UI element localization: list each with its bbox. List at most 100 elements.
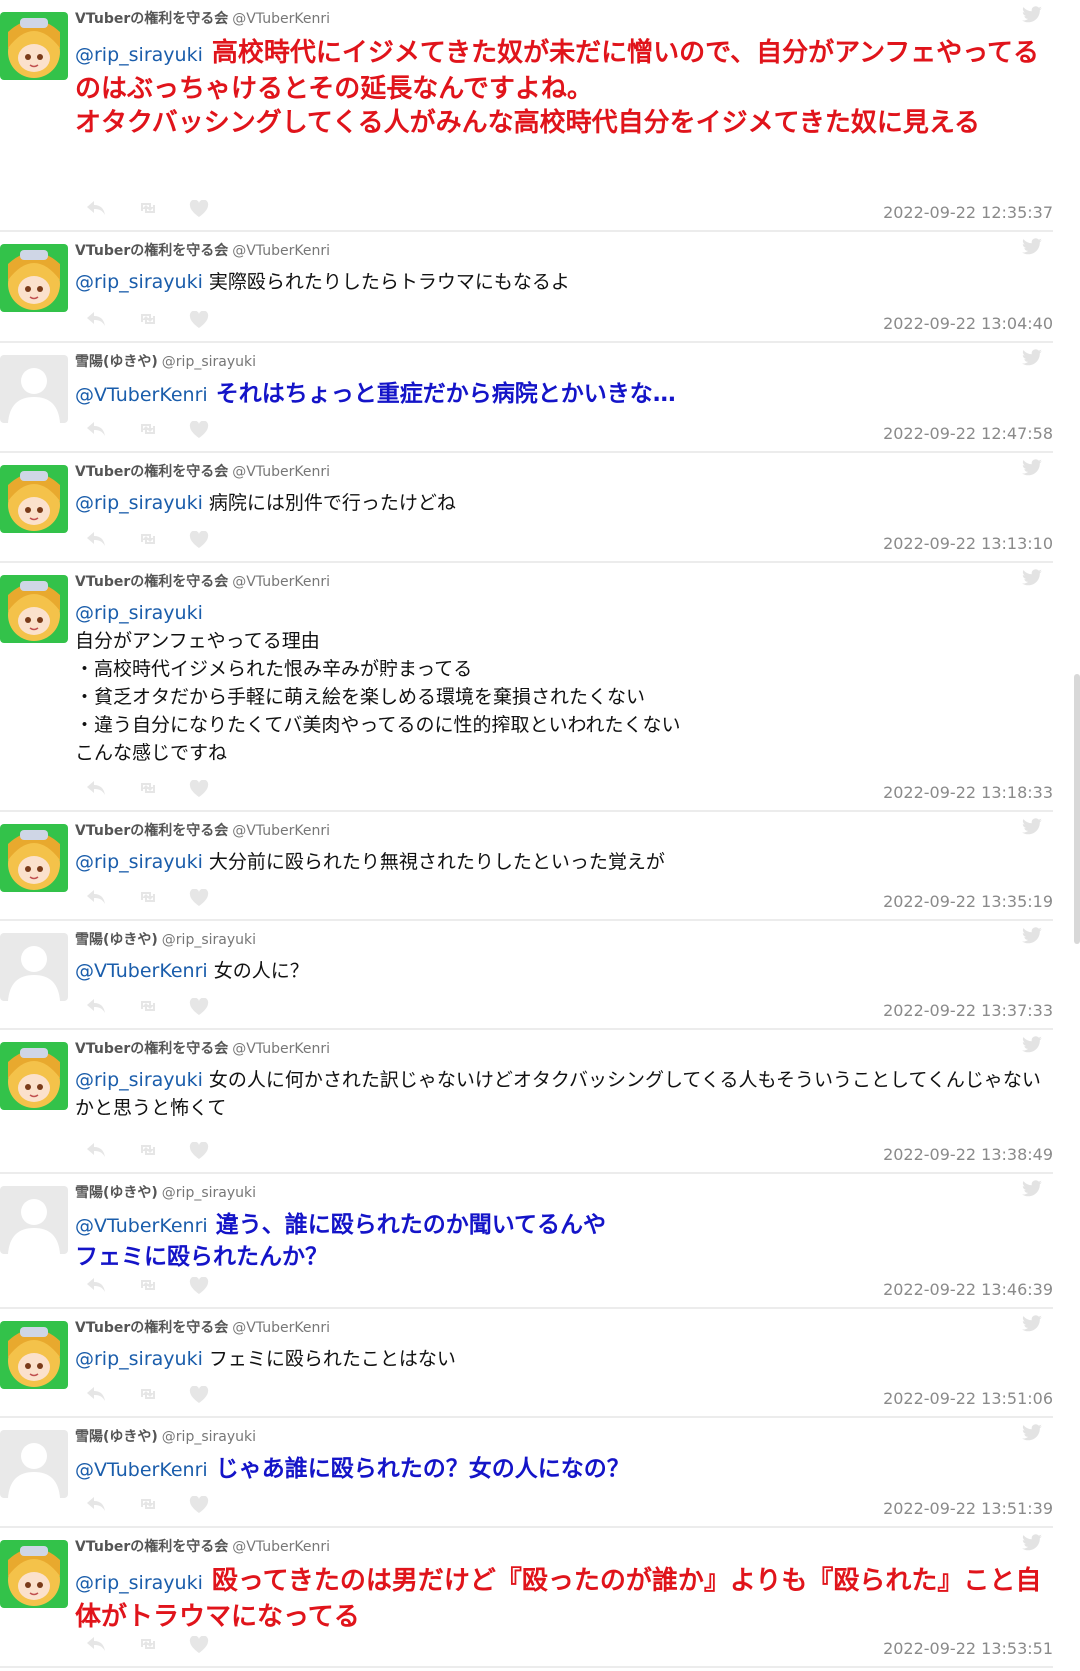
avatar[interactable] bbox=[0, 933, 68, 1001]
reply-icon[interactable] bbox=[85, 200, 107, 222]
user-handle[interactable]: @VTuberKenri bbox=[232, 243, 330, 259]
like-icon[interactable] bbox=[189, 530, 209, 553]
retweet-icon[interactable] bbox=[137, 1142, 159, 1164]
mention-link[interactable]: @rip_sirayuki bbox=[75, 271, 203, 293]
reply-icon[interactable] bbox=[85, 1142, 107, 1164]
user-handle[interactable]: @VTuberKenri bbox=[232, 1041, 330, 1057]
retweet-icon[interactable] bbox=[137, 200, 159, 222]
retweet-icon[interactable] bbox=[137, 998, 159, 1020]
display-name[interactable]: 雪陽(ゆきや) bbox=[75, 354, 158, 370]
twitter-bird-icon[interactable] bbox=[1021, 238, 1043, 260]
timestamp[interactable]: 2022-09-22 13:51:39 bbox=[883, 1499, 1053, 1518]
display-name[interactable]: VTuberの権利を守る会 bbox=[75, 823, 228, 839]
user-handle[interactable]: @VTuberKenri bbox=[232, 1320, 330, 1336]
avatar[interactable] bbox=[0, 1186, 68, 1254]
timestamp[interactable]: 2022-09-22 13:18:33 bbox=[883, 783, 1053, 802]
user-handle[interactable]: @rip_sirayuki bbox=[162, 1429, 256, 1445]
twitter-bird-icon[interactable] bbox=[1021, 1534, 1043, 1556]
timestamp[interactable]: 2022-09-22 13:37:33 bbox=[883, 1001, 1053, 1020]
mention-link[interactable]: @rip_sirayuki bbox=[75, 851, 203, 873]
twitter-bird-icon[interactable] bbox=[1021, 1424, 1043, 1446]
avatar[interactable] bbox=[0, 244, 68, 312]
timestamp[interactable]: 2022-09-22 13:51:06 bbox=[883, 1389, 1053, 1408]
like-icon[interactable] bbox=[189, 1276, 209, 1299]
user-handle[interactable]: @VTuberKenri bbox=[232, 1539, 330, 1555]
avatar[interactable] bbox=[0, 824, 68, 892]
mention-link[interactable]: @VTuberKenri bbox=[75, 1459, 208, 1481]
reply-icon[interactable] bbox=[85, 531, 107, 553]
display-name[interactable]: 雪陽(ゆきや) bbox=[75, 932, 158, 948]
reply-icon[interactable] bbox=[85, 780, 107, 802]
like-icon[interactable] bbox=[189, 997, 209, 1020]
reply-icon[interactable] bbox=[85, 1277, 107, 1299]
timestamp[interactable]: 2022-09-22 13:35:19 bbox=[883, 892, 1053, 911]
twitter-bird-icon[interactable] bbox=[1021, 1180, 1043, 1202]
twitter-bird-icon[interactable] bbox=[1021, 1036, 1043, 1058]
retweet-icon[interactable] bbox=[137, 1496, 159, 1518]
scrollbar[interactable] bbox=[1074, 674, 1080, 944]
display-name[interactable]: VTuberの権利を守る会 bbox=[75, 243, 228, 259]
retweet-icon[interactable] bbox=[137, 421, 159, 443]
display-name[interactable]: VTuberの権利を守る会 bbox=[75, 1041, 228, 1057]
retweet-icon[interactable] bbox=[137, 1636, 159, 1658]
retweet-icon[interactable] bbox=[137, 780, 159, 802]
reply-icon[interactable] bbox=[85, 1496, 107, 1518]
timestamp[interactable]: 2022-09-22 13:53:51 bbox=[883, 1639, 1053, 1658]
user-handle[interactable]: @rip_sirayuki bbox=[162, 932, 256, 948]
twitter-bird-icon[interactable] bbox=[1021, 927, 1043, 949]
mention-link[interactable]: @VTuberKenri bbox=[75, 1215, 208, 1237]
display-name[interactable]: 雪陽(ゆきや) bbox=[75, 1429, 158, 1445]
avatar[interactable] bbox=[0, 355, 68, 423]
user-handle[interactable]: @VTuberKenri bbox=[232, 574, 330, 590]
like-icon[interactable] bbox=[189, 888, 209, 911]
display-name[interactable]: VTuberの権利を守る会 bbox=[75, 1320, 228, 1336]
timestamp[interactable]: 2022-09-22 12:47:58 bbox=[883, 424, 1053, 443]
display-name[interactable]: VTuberの権利を守る会 bbox=[75, 1539, 228, 1555]
twitter-bird-icon[interactable] bbox=[1021, 6, 1043, 28]
reply-icon[interactable] bbox=[85, 421, 107, 443]
like-icon[interactable] bbox=[189, 199, 209, 222]
timestamp[interactable]: 2022-09-22 13:04:40 bbox=[883, 314, 1053, 333]
user-handle[interactable]: @VTuberKenri bbox=[232, 11, 330, 27]
twitter-bird-icon[interactable] bbox=[1021, 1315, 1043, 1337]
like-icon[interactable] bbox=[189, 310, 209, 333]
mention-link[interactable]: @rip_sirayuki bbox=[75, 1069, 203, 1091]
retweet-icon[interactable] bbox=[137, 531, 159, 553]
mention-link[interactable]: @VTuberKenri bbox=[75, 960, 208, 982]
user-handle[interactable]: @rip_sirayuki bbox=[162, 354, 256, 370]
mention-link[interactable]: @rip_sirayuki bbox=[75, 44, 203, 66]
twitter-bird-icon[interactable] bbox=[1021, 459, 1043, 481]
user-handle[interactable]: @VTuberKenri bbox=[232, 823, 330, 839]
reply-icon[interactable] bbox=[85, 889, 107, 911]
twitter-bird-icon[interactable] bbox=[1021, 818, 1043, 840]
twitter-bird-icon[interactable] bbox=[1021, 349, 1043, 371]
twitter-bird-icon[interactable] bbox=[1021, 569, 1043, 591]
mention-link[interactable]: @rip_sirayuki bbox=[75, 602, 203, 624]
avatar[interactable] bbox=[0, 1430, 68, 1498]
mention-link[interactable]: @VTuberKenri bbox=[75, 384, 208, 406]
avatar[interactable] bbox=[0, 575, 68, 643]
like-icon[interactable] bbox=[189, 1385, 209, 1408]
reply-icon[interactable] bbox=[85, 311, 107, 333]
avatar[interactable] bbox=[0, 12, 68, 80]
avatar[interactable] bbox=[0, 465, 68, 533]
mention-link[interactable]: @rip_sirayuki bbox=[75, 492, 203, 514]
avatar[interactable] bbox=[0, 1042, 68, 1110]
timestamp[interactable]: 2022-09-22 13:38:49 bbox=[883, 1145, 1053, 1164]
reply-icon[interactable] bbox=[85, 1386, 107, 1408]
user-handle[interactable]: @rip_sirayuki bbox=[162, 1185, 256, 1201]
like-icon[interactable] bbox=[189, 1141, 209, 1164]
display-name[interactable]: VTuberの権利を守る会 bbox=[75, 11, 228, 27]
display-name[interactable]: 雪陽(ゆきや) bbox=[75, 1185, 158, 1201]
user-handle[interactable]: @VTuberKenri bbox=[232, 464, 330, 480]
reply-icon[interactable] bbox=[85, 998, 107, 1020]
like-icon[interactable] bbox=[189, 1495, 209, 1518]
avatar[interactable] bbox=[0, 1540, 68, 1608]
reply-icon[interactable] bbox=[85, 1636, 107, 1658]
mention-link[interactable]: @rip_sirayuki bbox=[75, 1572, 203, 1594]
like-icon[interactable] bbox=[189, 779, 209, 802]
like-icon[interactable] bbox=[189, 420, 209, 443]
retweet-icon[interactable] bbox=[137, 1386, 159, 1408]
retweet-icon[interactable] bbox=[137, 889, 159, 911]
timestamp[interactable]: 2022-09-22 13:46:39 bbox=[883, 1280, 1053, 1299]
